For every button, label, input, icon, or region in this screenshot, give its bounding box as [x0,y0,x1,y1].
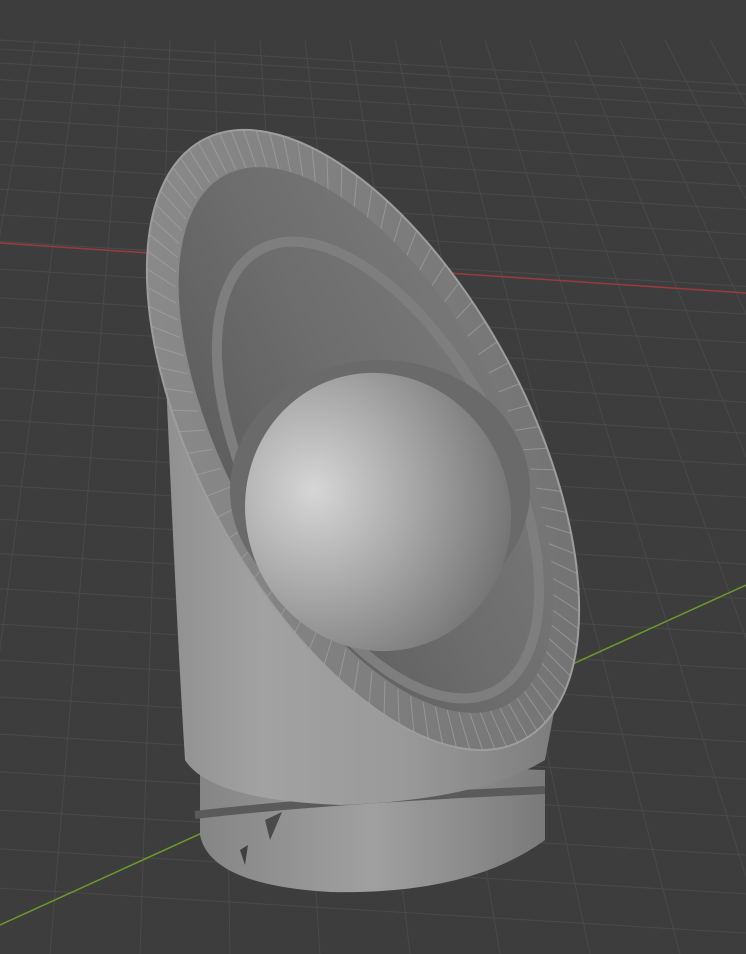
viewport-scene[interactable] [0,0,746,954]
3d-viewport[interactable] [0,0,746,954]
